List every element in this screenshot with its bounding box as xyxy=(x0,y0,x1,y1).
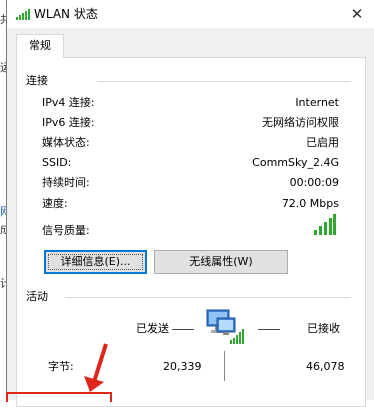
ipv6-value: 无网络访问权限 xyxy=(262,116,339,129)
received-label: 已接收 xyxy=(307,322,340,335)
connection-heading: 连接 xyxy=(26,74,48,87)
ssid-value: CommSky_2.4G xyxy=(252,156,339,169)
ipv4-label: IPv4 连接: xyxy=(42,96,95,109)
red-arrow-annotation xyxy=(84,343,108,392)
wlan-status-dialog: WLAN 状态 ✕ 常规 连接 IPv4 连接: Internet IPv6 连… xyxy=(6,0,374,407)
bytes-divider xyxy=(224,351,225,381)
media-state-value: 已启用 xyxy=(306,136,339,149)
duration-label: 持续时间: xyxy=(42,176,90,189)
duration-value: 00:00:09 xyxy=(289,176,339,189)
close-button[interactable]: ✕ xyxy=(344,2,370,26)
speed-value: 72.0 Mbps xyxy=(281,197,339,210)
media-state-label: 媒体状态: xyxy=(42,136,90,149)
wireless-properties-label: 无线属性(W) xyxy=(189,255,253,268)
sent-label: 已发送 xyxy=(136,322,169,335)
ssid-label: SSID: xyxy=(42,156,72,169)
activity-heading: 活动 xyxy=(26,290,48,303)
focus-rectangle xyxy=(48,254,143,270)
window-title: WLAN 状态 xyxy=(34,7,98,21)
ipv4-value: Internet xyxy=(295,96,339,109)
ipv6-label: IPv6 连接: xyxy=(42,116,95,129)
section-divider xyxy=(65,297,351,298)
received-line xyxy=(258,329,280,330)
wifi-signal-icon xyxy=(16,9,30,20)
network-computers-icon xyxy=(206,309,244,344)
red-box-annotation xyxy=(6,392,112,402)
bytes-label: 字节: xyxy=(48,360,74,373)
tab-general[interactable]: 常规 xyxy=(16,34,64,58)
section-divider xyxy=(97,81,351,82)
sent-line xyxy=(172,329,194,330)
bytes-received-value: 46,078 xyxy=(306,360,345,373)
details-button[interactable]: 详细信息(E)... xyxy=(44,250,147,274)
signal-bars-icon xyxy=(314,214,336,235)
bytes-sent-value: 20,339 xyxy=(163,360,202,373)
tab-panel: 连接 IPv4 连接: Internet IPv6 连接: 无网络访问权限 媒体… xyxy=(16,57,366,407)
title-bar[interactable]: WLAN 状态 ✕ xyxy=(7,0,374,28)
wireless-properties-button[interactable]: 无线属性(W) xyxy=(154,250,288,274)
signal-quality-label: 信号质量: xyxy=(42,224,90,237)
speed-label: 速度: xyxy=(42,197,68,210)
close-icon: ✕ xyxy=(350,5,364,23)
